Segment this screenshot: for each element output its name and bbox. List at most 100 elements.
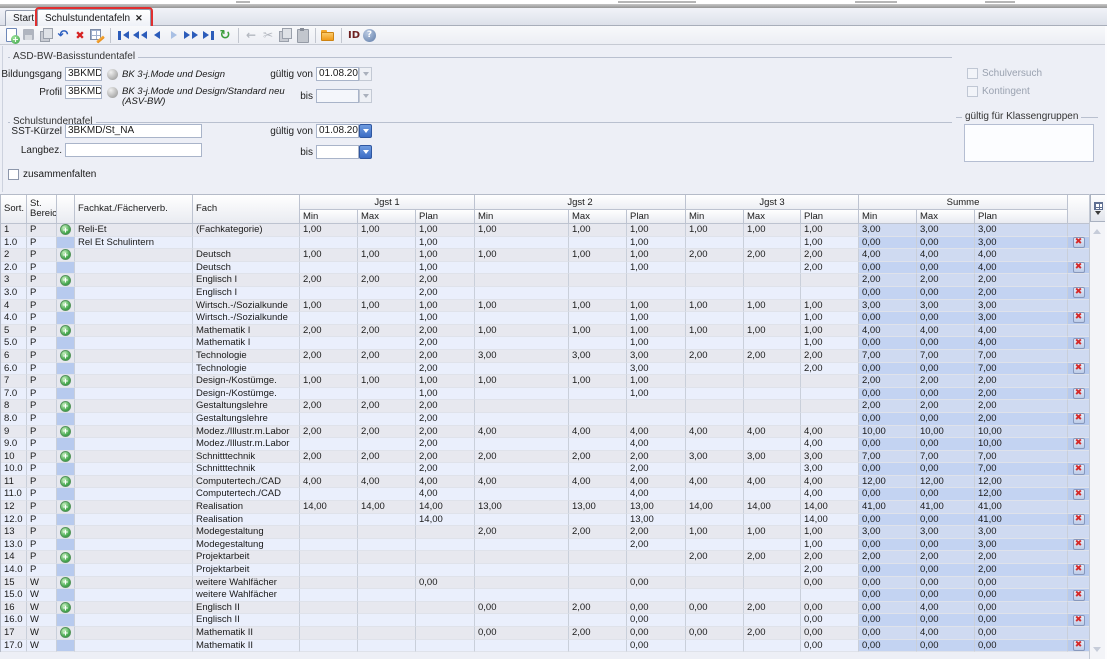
- cell-jgst2-min[interactable]: [475, 488, 569, 501]
- cell-jgst3-min[interactable]: 3,00: [686, 451, 744, 464]
- profil-field[interactable]: 3BKMD: [65, 85, 102, 99]
- edit-table-button[interactable]: [89, 27, 105, 43]
- cell-jgst2-max[interactable]: 2,00: [569, 602, 627, 615]
- cell-jgst3-plan[interactable]: [801, 287, 859, 300]
- cell-jgst2-max[interactable]: 1,00: [569, 249, 627, 262]
- cell-jgst2-plan[interactable]: 1,00: [627, 325, 686, 338]
- cell-jgst2-plan[interactable]: 0,00: [627, 602, 686, 615]
- cell-jgst1-plan[interactable]: 1,00: [416, 388, 475, 401]
- cell-jgst1-plan[interactable]: [416, 614, 475, 627]
- cell-jgst1-max[interactable]: 1,00: [358, 300, 416, 313]
- cell-jgst2-max[interactable]: [569, 564, 627, 577]
- delete-row-button[interactable]: ✖: [1073, 312, 1085, 323]
- cell-summe-min[interactable]: 0,00: [859, 413, 917, 426]
- cell-jgst2-plan[interactable]: 0,00: [627, 614, 686, 627]
- vertical-scrollbar[interactable]: [1089, 194, 1105, 659]
- cell-summe-max[interactable]: 0,00: [917, 564, 975, 577]
- cell-jgst2-plan[interactable]: [627, 551, 686, 564]
- nav-prev-button[interactable]: [149, 27, 165, 43]
- cell-jgst1-plan[interactable]: 0,00: [416, 577, 475, 590]
- cell-jgst2-plan[interactable]: 1,00: [627, 337, 686, 350]
- cell-summe-max[interactable]: 0,00: [917, 287, 975, 300]
- cell-jgst2-max[interactable]: [569, 337, 627, 350]
- cell-summe-min[interactable]: 0,00: [859, 237, 917, 250]
- cell-jgst3-max[interactable]: 1,00: [744, 224, 801, 237]
- cell-summe-plan[interactable]: 2,00: [975, 388, 1068, 401]
- cell-jgst3-plan[interactable]: [801, 375, 859, 388]
- scroll-down-icon[interactable]: [1093, 647, 1101, 652]
- cell-summe-plan[interactable]: 0,00: [975, 627, 1068, 640]
- open-folder-button[interactable]: [320, 27, 336, 43]
- langbez-field[interactable]: [65, 143, 202, 157]
- cell-jgst1-min[interactable]: 14,00: [300, 501, 358, 514]
- cell-jgst2-plan[interactable]: 13,00: [627, 514, 686, 527]
- tab-close-icon[interactable]: ✕: [135, 13, 143, 24]
- cell-jgst3-min[interactable]: 0,00: [686, 627, 744, 640]
- cell-jgst3-plan[interactable]: [801, 589, 859, 602]
- cell-jgst2-plan[interactable]: 4,00: [627, 488, 686, 501]
- cell-jgst3-max[interactable]: 2,00: [744, 249, 801, 262]
- cell-jgst2-plan[interactable]: 1,00: [627, 237, 686, 250]
- cell-jgst3-plan[interactable]: 14,00: [801, 501, 859, 514]
- cell-summe-max[interactable]: 0,00: [917, 589, 975, 602]
- cell-jgst2-min[interactable]: 4,00: [475, 476, 569, 489]
- sst-bis-field[interactable]: [316, 145, 359, 159]
- cell-jgst3-min[interactable]: [686, 363, 744, 376]
- cell-summe-max[interactable]: 3,00: [917, 224, 975, 237]
- cell-jgst3-min[interactable]: [686, 262, 744, 275]
- cell-jgst3-plan[interactable]: 0,00: [801, 602, 859, 615]
- cell-jgst1-plan[interactable]: [416, 589, 475, 602]
- copy-record-button[interactable]: [38, 27, 54, 43]
- cell-jgst1-max[interactable]: [358, 287, 416, 300]
- delete-row-button[interactable]: ✖: [1073, 489, 1085, 500]
- cell-summe-max[interactable]: 0,00: [917, 337, 975, 350]
- add-row-button[interactable]: +: [60, 602, 71, 613]
- cell-jgst1-min[interactable]: 2,00: [300, 325, 358, 338]
- add-row-button[interactable]: +: [60, 375, 71, 386]
- cell-jgst3-min[interactable]: 2,00: [686, 249, 744, 262]
- cell-jgst1-min[interactable]: [300, 539, 358, 552]
- cell-jgst1-max[interactable]: [358, 262, 416, 275]
- add-row-button[interactable]: +: [60, 577, 71, 588]
- cell-jgst2-max[interactable]: 1,00: [569, 224, 627, 237]
- cell-summe-plan[interactable]: 7,00: [975, 363, 1068, 376]
- cell-jgst1-plan[interactable]: 2,00: [416, 463, 475, 476]
- cell-jgst3-max[interactable]: [744, 463, 801, 476]
- cell-summe-plan[interactable]: 4,00: [975, 337, 1068, 350]
- cell-jgst3-max[interactable]: [744, 438, 801, 451]
- cell-jgst1-plan[interactable]: 1,00: [416, 312, 475, 325]
- cell-jgst2-plan[interactable]: 1,00: [627, 312, 686, 325]
- cell-jgst2-min[interactable]: 2,00: [475, 451, 569, 464]
- cell-jgst1-max[interactable]: [358, 627, 416, 640]
- cell-jgst3-min[interactable]: [686, 312, 744, 325]
- cell-jgst1-max[interactable]: 2,00: [358, 274, 416, 287]
- cell-jgst1-plan[interactable]: 14,00: [416, 514, 475, 527]
- cell-jgst2-plan[interactable]: 3,00: [627, 350, 686, 363]
- cell-jgst1-plan[interactable]: [416, 551, 475, 564]
- help-button[interactable]: ?: [363, 29, 376, 42]
- cell-jgst1-min[interactable]: 2,00: [300, 350, 358, 363]
- cell-jgst2-min[interactable]: [475, 577, 569, 590]
- cell-jgst1-plan[interactable]: [416, 640, 475, 653]
- cell-jgst3-min[interactable]: [686, 488, 744, 501]
- cell-summe-plan[interactable]: 41,00: [975, 501, 1068, 514]
- cell-jgst2-min[interactable]: [475, 287, 569, 300]
- cell-jgst3-plan[interactable]: 14,00: [801, 514, 859, 527]
- cell-jgst3-max[interactable]: [744, 614, 801, 627]
- cell-jgst3-max[interactable]: 1,00: [744, 300, 801, 313]
- cell-jgst3-max[interactable]: [744, 337, 801, 350]
- cell-summe-max[interactable]: 0,00: [917, 488, 975, 501]
- cell-summe-min[interactable]: 0,00: [859, 463, 917, 476]
- cell-jgst1-plan[interactable]: 2,00: [416, 451, 475, 464]
- cell-jgst3-max[interactable]: 4,00: [744, 476, 801, 489]
- show-id-button[interactable]: ID: [346, 27, 362, 43]
- nav-next-fast-button[interactable]: [183, 27, 199, 43]
- cell-jgst2-min[interactable]: [475, 640, 569, 653]
- cell-summe-plan[interactable]: 2,00: [975, 564, 1068, 577]
- cell-summe-max[interactable]: 7,00: [917, 350, 975, 363]
- cell-summe-max[interactable]: 7,00: [917, 451, 975, 464]
- cell-jgst2-max[interactable]: [569, 514, 627, 527]
- cell-jgst1-max[interactable]: [358, 539, 416, 552]
- cell-jgst1-plan[interactable]: 2,00: [416, 325, 475, 338]
- cell-jgst2-plan[interactable]: 2,00: [627, 526, 686, 539]
